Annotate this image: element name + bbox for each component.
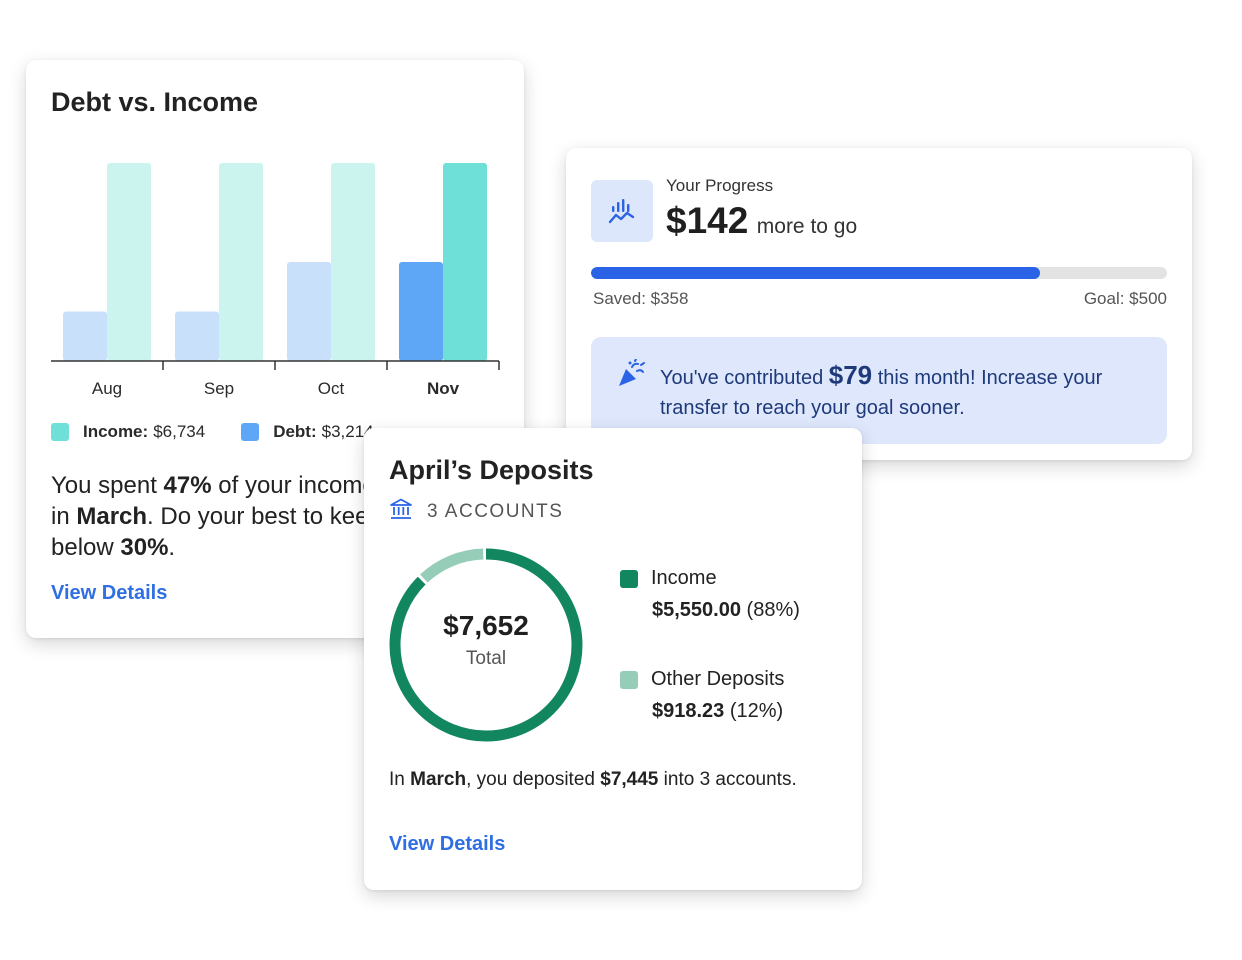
deposits-total: $7,652 xyxy=(443,610,529,641)
deposits-view-details-link[interactable]: View Details xyxy=(389,833,505,856)
bar-income-nov xyxy=(443,163,487,361)
deposits-summary-amount: $7,445 xyxy=(600,769,659,790)
bar-debt-aug xyxy=(63,311,107,361)
callout-text-part: You've contributed xyxy=(660,367,829,389)
chart-trend-icon xyxy=(591,180,653,242)
progress-card: Your Progress $142 more to go Saved: $35… xyxy=(566,148,1192,460)
progress-amount: $142 more to go xyxy=(666,200,857,242)
legend-income-deposits: Income $5,550.00 (88%) xyxy=(620,567,800,622)
debt-swatch xyxy=(241,423,260,441)
summary-target: 30% xyxy=(120,534,169,561)
other-amount: $918.23 xyxy=(652,700,725,722)
bank-icon xyxy=(389,498,413,526)
remaining-amount: $142 xyxy=(666,200,749,241)
legend-income-label: Income: xyxy=(83,422,149,441)
bar-debt-oct xyxy=(287,262,331,361)
legend-debt-label: Debt: xyxy=(273,422,317,441)
progress-bar-fill xyxy=(591,267,1041,279)
bar-debt-sep xyxy=(175,311,219,361)
summary-text: of your income xyxy=(211,472,376,499)
debt-view-details-link[interactable]: View Details xyxy=(51,582,167,605)
summary-text: You spent xyxy=(51,472,164,499)
x-tick-label: Nov xyxy=(427,379,460,398)
summary-percent: 47% xyxy=(163,472,212,499)
party-popper-icon xyxy=(616,358,646,394)
legend-debt: Debt: $3,214 xyxy=(241,422,374,442)
deposits-summary-text: , you deposited xyxy=(466,769,601,790)
legend-other-value: $918.23 (12%) xyxy=(652,700,784,723)
x-tick-label: Oct xyxy=(318,379,345,398)
legend-income-name: Income xyxy=(651,567,717,589)
legend-name: Income xyxy=(620,567,800,590)
summary-text: below xyxy=(51,534,121,561)
summary-text: . xyxy=(168,534,176,561)
debt-chart-legend: Income: $6,734 Debt: $3,214 xyxy=(51,422,410,442)
summary-text: in xyxy=(51,503,77,530)
other-deposits-swatch xyxy=(620,670,638,689)
saved-amount: Saved: $358 xyxy=(593,289,689,308)
income-percent: (88%) xyxy=(746,599,800,621)
deposits-summary-text: In xyxy=(389,769,411,790)
summary-text: . Do your best to keep it xyxy=(147,503,401,530)
income-amount: $5,550.00 xyxy=(652,599,741,621)
contribution-amount: $79 xyxy=(828,360,873,390)
donut-center: $7,652 Total xyxy=(389,610,583,670)
legend-other-name: Other Deposits xyxy=(651,668,785,690)
bar-income-oct xyxy=(331,163,375,361)
accounts-label: 3 ACCOUNTS xyxy=(427,501,564,522)
deposits-summary-month: March xyxy=(410,769,467,790)
accounts-count: 3 ACCOUNTS xyxy=(389,498,563,526)
bar-income-sep xyxy=(219,163,263,361)
other-percent: (12%) xyxy=(729,700,784,722)
progress-label: Your Progress xyxy=(666,176,774,195)
income-swatch xyxy=(51,423,69,441)
debt-income-bar-chart: Aug Sep Oct Nov xyxy=(51,163,500,398)
summary-month: March xyxy=(76,503,148,530)
bar-income-aug xyxy=(107,163,151,361)
deposits-total-label: Total xyxy=(465,648,507,669)
legend-income: Income: $6,734 xyxy=(51,422,205,442)
remaining-suffix: more to go xyxy=(756,215,858,238)
deposits-card-title: April’s Deposits xyxy=(389,455,594,485)
goal-amount: Goal: $500 xyxy=(1083,289,1167,308)
x-tick-label: Aug xyxy=(92,379,122,398)
deposits-summary: In March, you deposited $7,445 into 3 ac… xyxy=(389,768,809,792)
callout-text: You've contributed $79 this month! Incre… xyxy=(660,360,1140,423)
x-tick-label: Sep xyxy=(204,379,234,398)
bar-debt-nov xyxy=(399,262,443,361)
legend-income-value: $6,734 xyxy=(153,422,206,441)
april-deposits-card: April’s Deposits 3 ACCOUNTS $7,652 Total xyxy=(364,428,862,890)
legend-name: Other Deposits xyxy=(620,668,784,691)
legend-income-value: $5,550.00 (88%) xyxy=(652,599,800,622)
progress-bar xyxy=(591,267,1167,279)
deposits-summary-text: into 3 accounts. xyxy=(658,769,797,790)
income-deposits-swatch xyxy=(620,569,638,588)
legend-other-deposits: Other Deposits $918.23 (12%) xyxy=(620,668,784,723)
stage: Debt vs. Income Aug Sep Oct Nov Income: $6,… xyxy=(0,0,1242,960)
